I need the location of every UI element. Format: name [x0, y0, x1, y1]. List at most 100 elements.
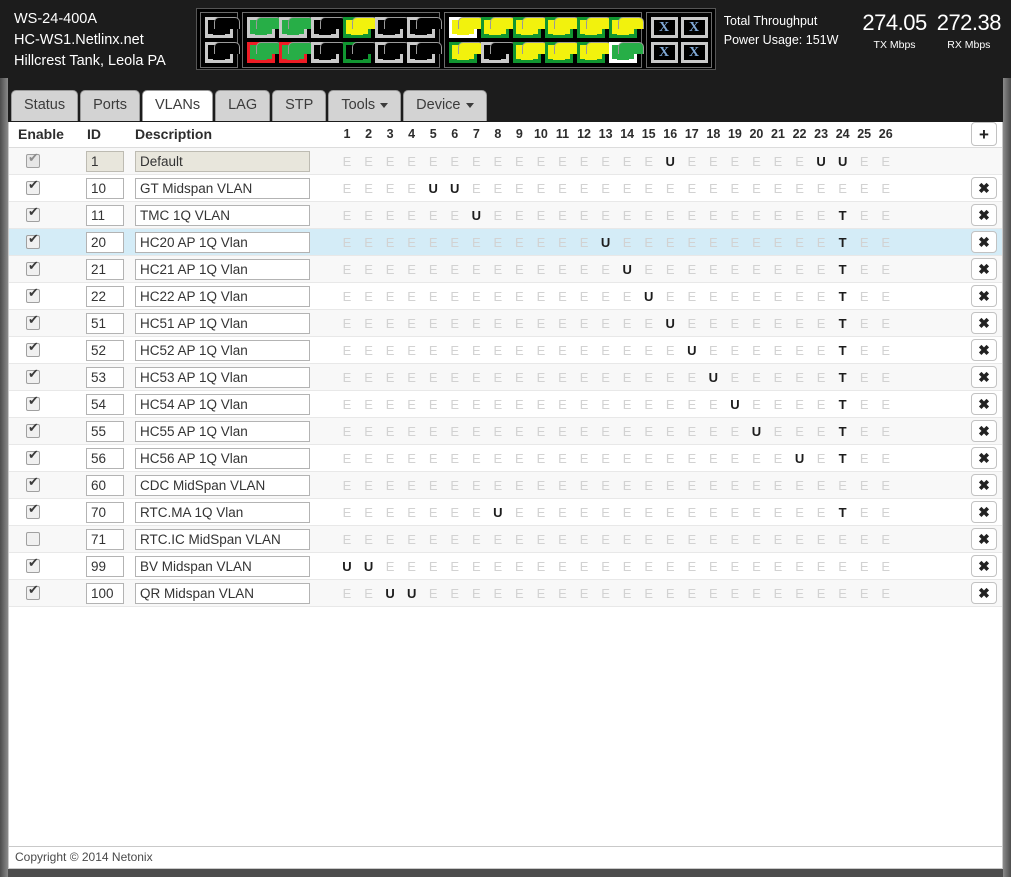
port-membership-cell[interactable]: E [617, 558, 637, 575]
port-membership-cell[interactable]: E [854, 423, 874, 440]
table-row[interactable]: 55HC55 AP 1Q VlanEEEEEEEEEEEEEEEEEEEUEEE… [9, 418, 1002, 445]
port-membership-cell[interactable]: E [682, 423, 702, 440]
port-membership-cell[interactable]: E [553, 207, 573, 224]
port-membership-cell[interactable]: E [337, 504, 357, 521]
port-membership-cell[interactable]: E [854, 477, 874, 494]
port-membership-cell[interactable]: E [876, 180, 896, 197]
port-membership-cell[interactable]: E [811, 531, 831, 548]
port-membership-cell[interactable]: E [790, 558, 810, 575]
port-membership-cell[interactable]: E [380, 369, 400, 386]
delete-vlan-button[interactable]: ✖ [971, 231, 997, 253]
port-membership-cell[interactable]: E [445, 153, 465, 170]
rj45-port-icon[interactable] [447, 15, 479, 40]
table-row[interactable]: 11TMC 1Q VLANEEEEEEUEEEEEEEEEEEEEEEETEE✖ [9, 202, 1002, 229]
port-membership-cell[interactable]: E [639, 477, 659, 494]
port-membership-cell[interactable]: E [811, 477, 831, 494]
port-membership-cell[interactable]: E [790, 423, 810, 440]
port-membership-cell[interactable]: E [746, 585, 766, 602]
vlan-description-input[interactable]: Default [135, 151, 310, 172]
port-membership-cell[interactable]: E [790, 477, 810, 494]
port-membership-cell[interactable]: E [768, 504, 788, 521]
port-membership-cell[interactable]: E [639, 504, 659, 521]
delete-vlan-button[interactable]: ✖ [971, 447, 997, 469]
port-membership-cell[interactable]: E [617, 234, 637, 251]
enable-checkbox[interactable] [26, 370, 40, 384]
port-membership-cell[interactable]: E [876, 261, 896, 278]
port-membership-cell[interactable]: E [509, 504, 529, 521]
vlan-id-input[interactable]: 51 [86, 313, 124, 334]
port-membership-cell[interactable]: E [531, 342, 551, 359]
port-membership-cell[interactable]: E [854, 207, 874, 224]
rj45-port-icon[interactable] [575, 40, 607, 65]
port-membership-cell[interactable]: E [466, 342, 486, 359]
rj45-port-icon[interactable] [479, 15, 511, 40]
port-membership-cell[interactable]: E [553, 423, 573, 440]
port-membership-cell[interactable]: E [553, 504, 573, 521]
port-membership-cell[interactable]: E [790, 504, 810, 521]
sfp-port-icon[interactable]: X [679, 40, 709, 65]
port-membership-cell[interactable]: E [488, 288, 508, 305]
port-membership-cell[interactable]: E [380, 288, 400, 305]
port-membership-cell[interactable]: E [617, 504, 637, 521]
port-membership-cell[interactable]: E [876, 423, 896, 440]
port-membership-cell[interactable]: E [380, 207, 400, 224]
vlan-id-input[interactable]: 11 [86, 205, 124, 226]
tab-lag[interactable]: LAG [215, 90, 270, 121]
port-membership-cell[interactable]: E [574, 180, 594, 197]
port-membership-cell[interactable]: E [574, 423, 594, 440]
rj45-port-icon[interactable] [543, 15, 575, 40]
port-membership-cell[interactable]: E [445, 558, 465, 575]
port-membership-cell[interactable]: E [337, 207, 357, 224]
port-membership-cell[interactable]: E [768, 234, 788, 251]
enable-checkbox[interactable] [26, 235, 40, 249]
port-membership-cell[interactable]: E [337, 450, 357, 467]
port-membership-cell[interactable]: E [423, 207, 443, 224]
port-membership-cell[interactable]: E [833, 531, 853, 548]
port-membership-cell[interactable]: E [423, 342, 443, 359]
rj45-port-icon[interactable] [607, 40, 639, 65]
port-membership-cell[interactable]: E [811, 450, 831, 467]
port-membership-cell[interactable]: E [703, 180, 723, 197]
enable-checkbox[interactable] [26, 424, 40, 438]
port-membership-cell[interactable]: E [509, 315, 529, 332]
port-membership-cell[interactable]: E [574, 207, 594, 224]
port-membership-cell[interactable]: E [402, 369, 422, 386]
port-membership-cell[interactable]: E [682, 180, 702, 197]
port-membership-cell[interactable]: E [553, 396, 573, 413]
port-membership-cell[interactable]: E [531, 261, 551, 278]
port-membership-cell[interactable]: E [531, 315, 551, 332]
port-membership-cell[interactable]: E [402, 396, 422, 413]
port-membership-cell[interactable]: E [574, 261, 594, 278]
port-membership-cell[interactable]: E [876, 369, 896, 386]
port-membership-cell[interactable]: E [488, 153, 508, 170]
port-membership-cell[interactable]: E [337, 423, 357, 440]
port-membership-cell[interactable]: E [660, 261, 680, 278]
rj45-port-icon[interactable] [203, 15, 235, 40]
port-membership-cell[interactable]: E [746, 531, 766, 548]
enable-checkbox[interactable] [26, 289, 40, 303]
port-membership-cell[interactable]: E [380, 234, 400, 251]
port-membership-cell[interactable]: E [639, 261, 659, 278]
port-membership-cell[interactable]: E [768, 423, 788, 440]
delete-vlan-button[interactable]: ✖ [971, 258, 997, 280]
port-membership-cell[interactable]: E [682, 207, 702, 224]
port-membership-cell[interactable]: E [380, 396, 400, 413]
port-membership-cell[interactable]: E [768, 153, 788, 170]
sfp-port-icon[interactable]: X [649, 15, 679, 40]
port-membership-cell[interactable]: E [380, 153, 400, 170]
port-membership-cell[interactable]: E [466, 288, 486, 305]
port-membership-cell[interactable]: E [359, 234, 379, 251]
port-membership-cell[interactable]: E [488, 450, 508, 467]
delete-vlan-button[interactable]: ✖ [971, 339, 997, 361]
port-membership-cell[interactable]: E [876, 315, 896, 332]
port-membership-cell[interactable]: E [531, 396, 551, 413]
port-membership-cell[interactable]: E [402, 315, 422, 332]
port-membership-cell[interactable]: E [682, 369, 702, 386]
port-membership-cell[interactable]: E [553, 477, 573, 494]
port-membership-cell[interactable]: E [639, 531, 659, 548]
port-membership-cell[interactable]: E [746, 369, 766, 386]
vlan-description-input[interactable]: HC52 AP 1Q Vlan [135, 340, 310, 361]
port-membership-cell[interactable]: E [466, 369, 486, 386]
port-membership-cell[interactable]: U [639, 288, 659, 305]
vlan-description-input[interactable]: HC22 AP 1Q Vlan [135, 286, 310, 307]
